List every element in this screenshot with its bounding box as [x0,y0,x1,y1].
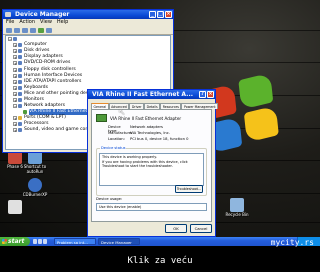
desktop-icon-autorun[interactable]: Shortcut to autoRun [22,150,48,174]
menu-action[interactable]: Action [19,19,35,26]
processor-icon [18,122,22,127]
maximize-button[interactable]: □ [157,11,164,18]
sound-icon [18,128,22,133]
location-value: PCI bus 0, device 18, function 0 [130,137,189,141]
back-icon[interactable] [6,27,12,33]
manufacturer-label: Manufacturer: [108,131,134,135]
recycle-bin-icon [230,198,244,212]
device-status-group: Device status This device is working pro… [96,146,207,196]
device-icon [18,91,22,96]
watermark: mycity.rs [270,238,314,247]
desktop-icon-misc[interactable] [2,200,28,214]
caption: Klik za veću [127,256,193,266]
port-icon [18,116,22,121]
dialog-title: VIA Rhine II Fast Ethernet A... [92,91,194,98]
device-icon [18,55,22,60]
desktop-icon-recycle-bin[interactable]: Recycle Bin [224,198,250,217]
quick-launch-icon[interactable] [38,239,42,244]
device-icon [18,43,22,48]
device-status-text: This device is working properly. If you … [99,153,204,186]
cancel-button[interactable]: Cancel [190,224,212,233]
close-button[interactable]: × [165,11,172,18]
menu-help[interactable]: Help [57,19,68,26]
device-icon [18,49,22,54]
device-manager-titlebar[interactable]: Device Manager _ □ × [3,10,173,19]
start-button[interactable]: start [0,237,30,246]
device-status-label: Device status [100,146,127,150]
up-icon[interactable] [22,27,28,33]
general-tab-panel: VIA Rhine II Fast Ethernet Adapter Devic… [91,109,212,222]
network-card-icon [96,114,107,122]
troubleshoot-button[interactable]: Troubleshoot... [175,185,203,193]
update-driver-icon[interactable] [46,27,52,33]
device-manager-icon [5,12,11,17]
menu-view[interactable]: View [40,19,52,26]
file-icon [8,200,22,214]
minimize-button[interactable]: _ [149,11,156,18]
windows-flag-icon [2,239,7,244]
device-icon [18,85,22,90]
mouse-cursor-icon: ↖ [118,108,126,118]
location-label: Location: [108,137,125,141]
properties-icon[interactable] [30,27,36,33]
quick-launch-icon[interactable] [43,239,47,244]
toolbar [3,26,173,35]
computer-icon [13,37,17,42]
network-icon [18,104,22,109]
help-button[interactable]: ? [199,91,206,98]
taskbar-item-device-manager[interactable]: Device Manager [98,238,140,245]
properties-dialog[interactable]: VIA Rhine II Fast Ethernet A... ? × Gene… [87,89,219,237]
device-icon [18,73,22,78]
device-icon [18,97,22,102]
device-usage-select[interactable]: Use this device (enable) [96,203,207,211]
manufacturer-value: VIA Technologies, Inc. [130,131,170,135]
scan-hardware-icon[interactable] [38,27,44,33]
window-title: Device Manager [15,11,70,18]
device-icon [18,79,22,84]
cd-icon [28,178,42,192]
forward-icon[interactable] [14,27,20,33]
device-icon [18,61,22,66]
ok-button[interactable]: OK [165,224,187,233]
device-usage-label: Device usage: [96,197,123,201]
menu-bar: File Action View Help [3,19,173,26]
desktop-icon-cdburnerxp[interactable]: CDBurnerXP [22,178,48,197]
dialog-close-button[interactable]: × [207,91,214,98]
menu-file[interactable]: File [6,19,14,26]
quick-launch-icon[interactable] [33,239,37,244]
network-card-icon [23,110,27,115]
quick-launch [33,239,47,244]
dialog-titlebar[interactable]: VIA Rhine II Fast Ethernet A... ? × [88,90,215,99]
taskbar-item-browser[interactable]: Problem sa int... [54,238,96,245]
device-icon [18,67,22,72]
